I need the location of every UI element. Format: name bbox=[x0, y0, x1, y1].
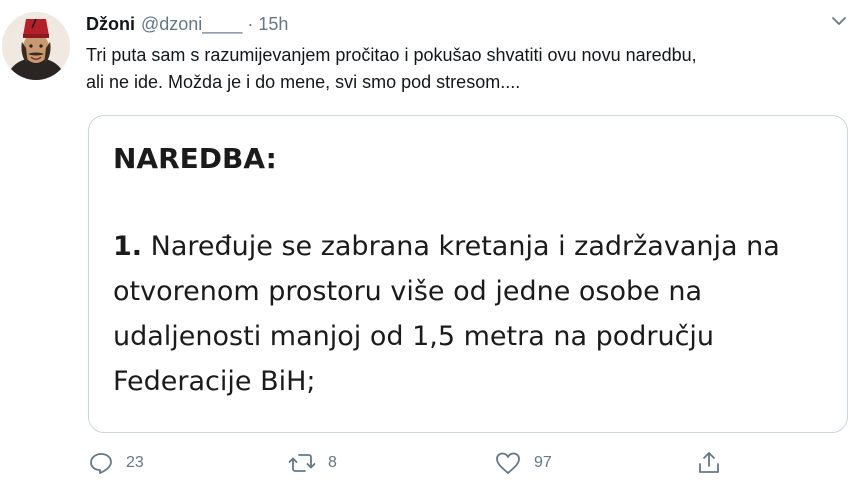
user-handle[interactable]: @dzoni____ bbox=[141, 14, 242, 35]
chevron-down-icon bbox=[832, 17, 846, 25]
tweet-text-line: ali ne ide. Možda je i do mene, svi smo … bbox=[86, 72, 521, 92]
reply-icon bbox=[90, 453, 112, 474]
like-button[interactable]: 97 bbox=[494, 448, 552, 478]
timestamp[interactable]: 15h bbox=[258, 14, 288, 35]
media-body-line: udaljenosti manjoj od 1,5 metra na podru… bbox=[113, 321, 715, 352]
reply-count: 23 bbox=[126, 454, 144, 471]
share-icon bbox=[699, 452, 719, 473]
tweet-media-image[interactable]: NAREDBA: 1. Naređuje se zabrana kretanja… bbox=[88, 115, 848, 433]
avatar[interactable] bbox=[2, 12, 70, 80]
media-body: 1. Naređuje se zabrana kretanja i zadrža… bbox=[113, 224, 843, 404]
tweet-actions: 23 8 97 bbox=[86, 448, 786, 478]
tweet-text-line: Tri puta sam s razumijevanjem pročitao i… bbox=[86, 45, 697, 65]
retweet-icon bbox=[288, 454, 316, 472]
media-body-line: Federacije BiH; bbox=[113, 366, 316, 397]
share-button[interactable] bbox=[696, 448, 722, 478]
heart-icon bbox=[496, 452, 520, 474]
retweet-count: 8 bbox=[328, 454, 337, 471]
like-count: 97 bbox=[534, 454, 552, 471]
tweet-text: Tri puta sam s razumijevanjem pročitao i… bbox=[86, 42, 846, 96]
display-name[interactable]: Džoni bbox=[86, 14, 135, 35]
avatar-image bbox=[2, 12, 70, 80]
more-options-button[interactable] bbox=[826, 8, 852, 34]
media-title: NAREDBA: bbox=[113, 142, 277, 175]
retweet-button[interactable]: 8 bbox=[288, 448, 337, 478]
media-item-number: 1. bbox=[113, 231, 143, 262]
media-body-line: 1. Naređuje se zabrana kretanja i zadrža… bbox=[113, 224, 843, 269]
media-line-text: Naređuje se zabrana kretanja i zadržavan… bbox=[150, 231, 780, 262]
tweet-header: Džoni @dzoni____ · 15h bbox=[86, 12, 288, 36]
reply-button[interactable]: 23 bbox=[88, 448, 144, 478]
separator-dot: · bbox=[247, 13, 254, 34]
media-body-line: otvorenom prostoru više od jedne osobe n… bbox=[113, 276, 703, 307]
